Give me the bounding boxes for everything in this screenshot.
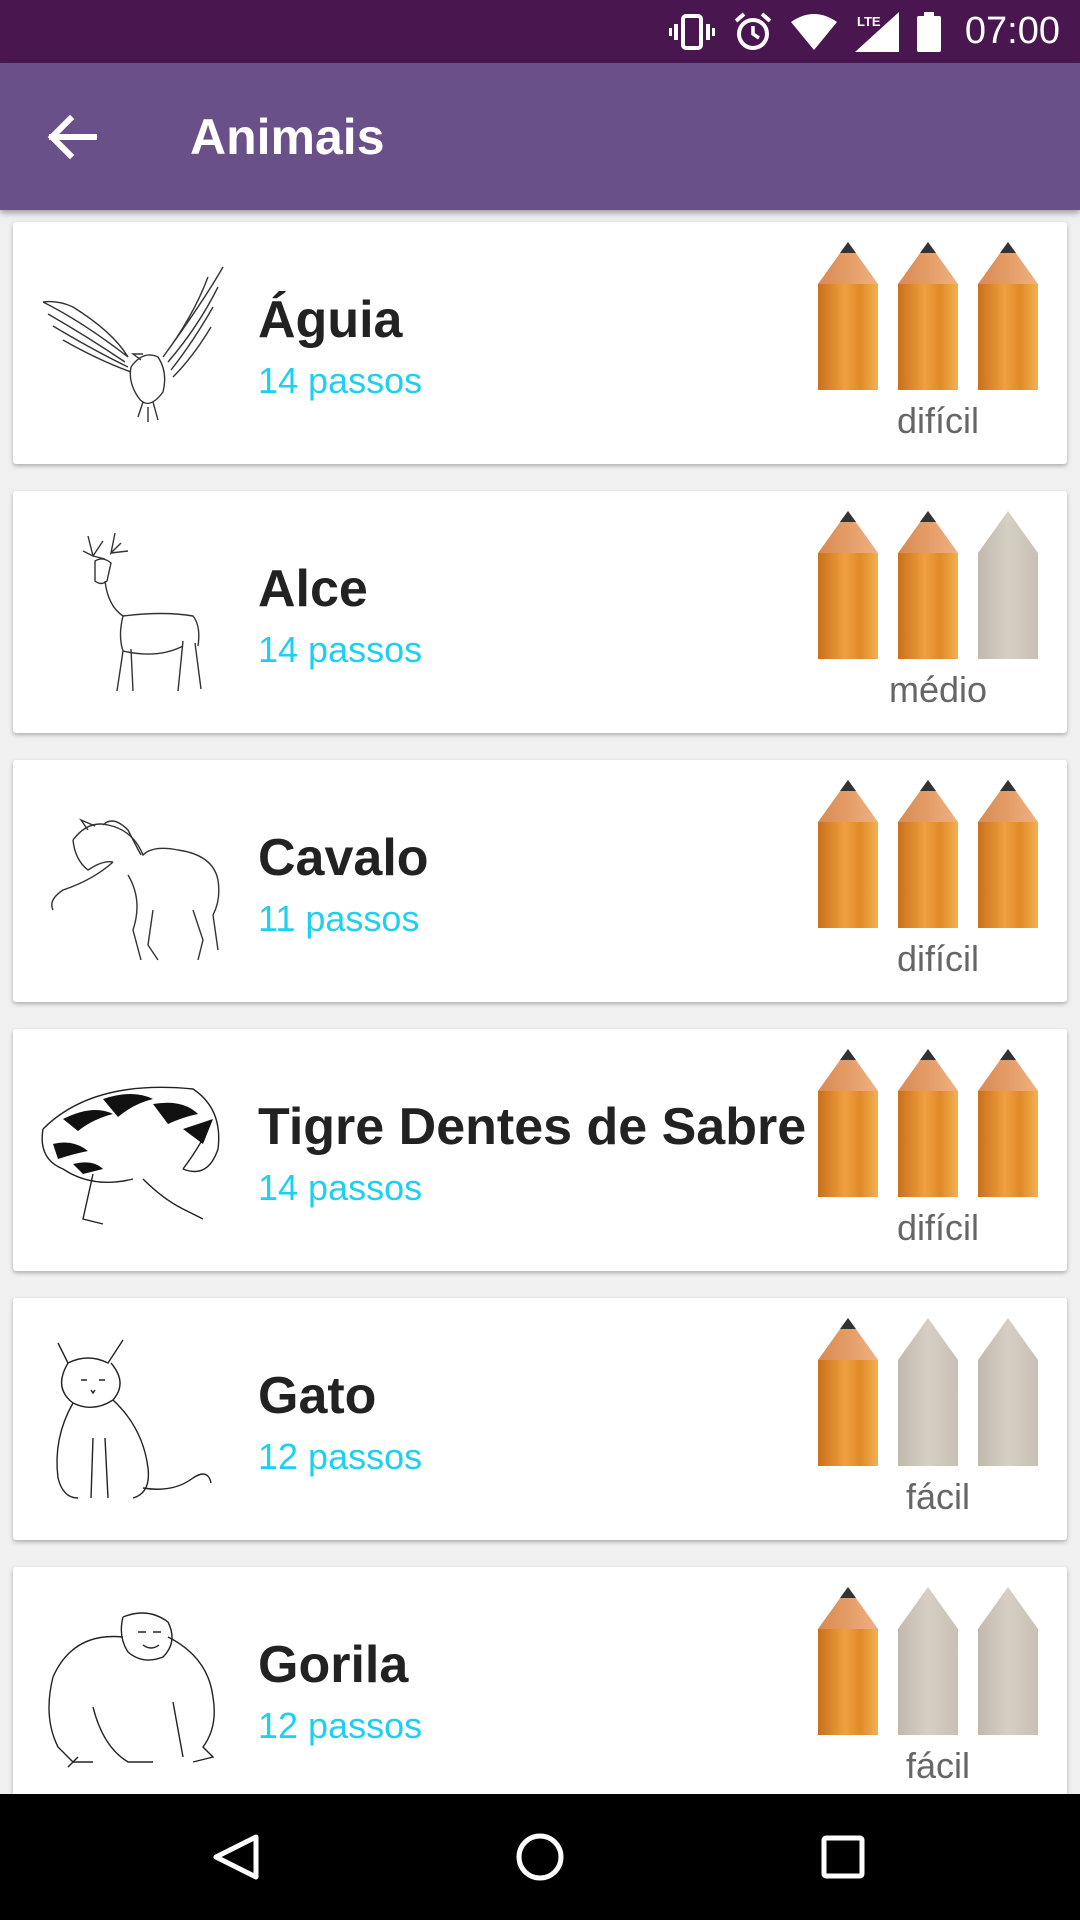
item-name: Alce bbox=[258, 560, 368, 618]
difficulty-label: difícil bbox=[896, 1207, 980, 1248]
pencil-filled-icon bbox=[978, 1049, 1038, 1197]
home-circle-icon bbox=[516, 1833, 564, 1881]
navigation-bar bbox=[0, 1794, 1080, 1920]
item-steps: 14 passos bbox=[258, 629, 423, 670]
drawing-list: Águia 14 passos difícil Alce 14 passos m… bbox=[0, 210, 1080, 1794]
difficulty-label: fácil bbox=[905, 1745, 971, 1786]
recents-square-icon bbox=[821, 1835, 865, 1879]
difficulty-label: difícil bbox=[896, 400, 980, 441]
item-name: Gato bbox=[258, 1367, 377, 1425]
list-item[interactable]: Gorila 12 passos fácil bbox=[13, 1567, 1067, 1794]
gorilla-drawing bbox=[48, 1612, 215, 1768]
back-triangle-icon bbox=[213, 1834, 259, 1880]
status-bar: LTE 07:00 bbox=[0, 0, 1080, 63]
item-steps: 14 passos bbox=[258, 1167, 423, 1208]
pencil-filled-icon bbox=[898, 1049, 958, 1197]
alarm-icon bbox=[734, 11, 772, 50]
nav-recents-button[interactable] bbox=[803, 1817, 883, 1897]
list-item[interactable]: Alce 14 passos médio bbox=[13, 491, 1067, 733]
pencil-empty-icon bbox=[978, 1318, 1038, 1466]
difficulty-label: médio bbox=[888, 669, 988, 710]
pencil-empty-icon bbox=[898, 1587, 958, 1735]
pencil-filled-icon bbox=[818, 1049, 878, 1197]
battery-icon bbox=[916, 11, 941, 52]
difficulty-pencils bbox=[818, 1049, 1038, 1197]
moose-drawing bbox=[82, 532, 202, 692]
pencil-filled-icon bbox=[898, 511, 958, 659]
item-name: Gorila bbox=[258, 1636, 409, 1694]
difficulty-pencils bbox=[818, 511, 1038, 659]
wifi-icon bbox=[790, 13, 837, 50]
nav-back-button[interactable] bbox=[196, 1817, 276, 1897]
item-name: Águia bbox=[258, 291, 403, 349]
status-time: 07:00 bbox=[964, 10, 1060, 52]
pencil-empty-icon bbox=[978, 1587, 1038, 1735]
nav-home-button[interactable] bbox=[500, 1817, 580, 1897]
app-bar: Animais bbox=[0, 63, 1080, 210]
pencil-filled-icon bbox=[818, 1318, 878, 1466]
pencil-empty-icon bbox=[898, 1318, 958, 1466]
pencil-filled-icon bbox=[818, 242, 878, 390]
pencil-filled-icon bbox=[898, 780, 958, 928]
pencil-filled-icon bbox=[978, 242, 1038, 390]
item-steps: 12 passos bbox=[258, 1436, 423, 1477]
back-button[interactable] bbox=[30, 106, 118, 168]
arrow-left-icon bbox=[47, 114, 97, 160]
pencil-filled-icon bbox=[818, 1587, 878, 1735]
pencil-filled-icon bbox=[818, 780, 878, 928]
pencil-empty-icon bbox=[978, 511, 1038, 659]
page-title: Animais bbox=[190, 109, 385, 165]
list-item[interactable]: Gato 12 passos fácil bbox=[13, 1298, 1067, 1540]
difficulty-pencils bbox=[818, 780, 1038, 928]
difficulty-pencils bbox=[818, 1587, 1038, 1735]
difficulty-pencils bbox=[818, 242, 1038, 390]
difficulty-label: fácil bbox=[905, 1476, 971, 1517]
eagle-drawing bbox=[42, 266, 224, 422]
lte-signal-icon: LTE bbox=[854, 11, 899, 52]
pencil-filled-icon bbox=[898, 242, 958, 390]
horse-drawing bbox=[51, 818, 220, 961]
pencil-filled-icon bbox=[978, 780, 1038, 928]
pencil-filled-icon bbox=[818, 511, 878, 659]
item-steps: 11 passos bbox=[258, 898, 420, 939]
difficulty-pencils bbox=[818, 1318, 1038, 1466]
list-item[interactable]: Águia 14 passos difícil bbox=[13, 222, 1067, 464]
difficulty-label: difícil bbox=[896, 938, 980, 979]
item-steps: 12 passos bbox=[258, 1705, 423, 1746]
list-item[interactable]: Cavalo 11 passos difícil bbox=[13, 760, 1067, 1002]
svg-text:LTE: LTE bbox=[857, 14, 881, 29]
item-name: Tigre Dentes de Sabre bbox=[258, 1098, 807, 1156]
item-name: Cavalo bbox=[258, 829, 429, 887]
cat-drawing bbox=[56, 1339, 212, 1499]
sabertooth-drawing bbox=[41, 1086, 220, 1225]
list-item[interactable]: Tigre Dentes de Sabre 14 passos difícil bbox=[13, 1029, 1067, 1271]
item-steps: 14 passos bbox=[258, 360, 423, 401]
vibrate-icon bbox=[668, 13, 715, 50]
